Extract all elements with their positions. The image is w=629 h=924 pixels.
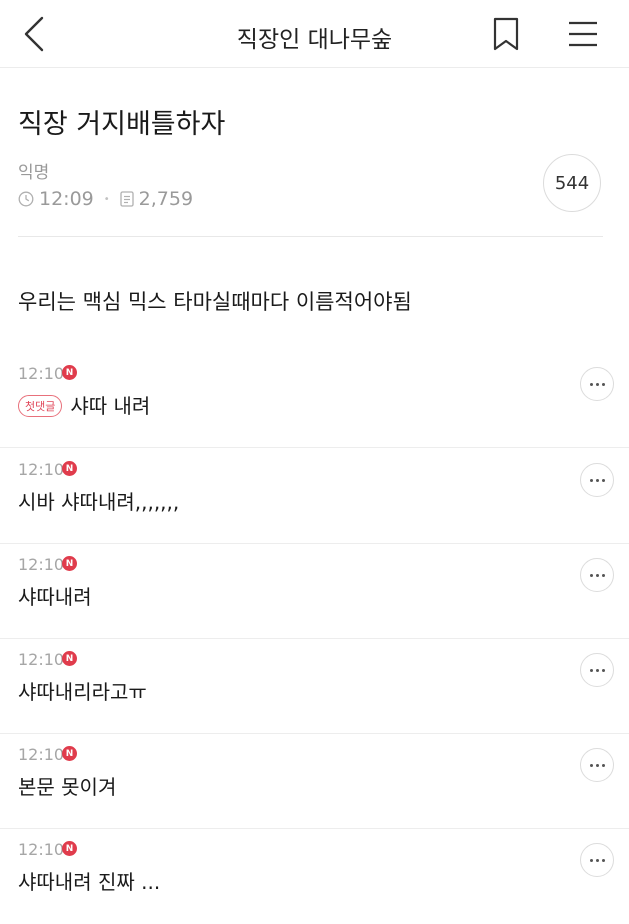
comment-count-button[interactable]: 544	[543, 154, 601, 212]
comment-time: 12:10	[18, 840, 65, 859]
comment-text: 첫댓글 샤따 내려	[18, 390, 150, 419]
comment-text: 샤따내려 진짜 ...	[18, 870, 161, 894]
separator-dot: •	[103, 193, 110, 205]
new-badge-icon: N	[62, 841, 77, 856]
comment-item: 12:10 N 시바 샤따내려,,,,,,,	[0, 448, 629, 544]
first-comment-badge: 첫댓글	[18, 395, 63, 417]
new-badge-icon: N	[62, 556, 77, 571]
new-badge-icon: N	[62, 365, 77, 380]
comment-text: 시바 샤따내려,,,,,,,	[18, 490, 180, 514]
comment-more-button[interactable]	[580, 367, 614, 401]
menu-icon[interactable]	[566, 17, 600, 51]
comment-more-button[interactable]	[580, 653, 614, 687]
comment-more-button[interactable]	[580, 748, 614, 782]
board-title: 직장인 대나무숲	[236, 27, 393, 53]
app-header: 직장인 대나무숲	[0, 0, 629, 68]
comment-time: 12:10	[18, 650, 65, 669]
divider	[18, 236, 603, 237]
post-meta: 12:09 • 2,759	[18, 187, 193, 211]
comment-more-button[interactable]	[580, 463, 614, 497]
comment-time: 12:10	[18, 364, 65, 383]
comment-item: 12:10 N 샤따내려 진짜 ...	[0, 828, 629, 924]
comment-more-button[interactable]	[580, 843, 614, 877]
comment-text: 샤따내려	[18, 585, 92, 609]
comment-body: 샤따 내려	[70, 394, 151, 418]
comment-time: 12:10	[18, 460, 65, 479]
post-time: 12:09	[39, 188, 94, 210]
new-badge-icon: N	[62, 651, 77, 666]
post-author: 익명	[18, 163, 50, 183]
post-body: 우리는 맥심 믹스 타마실때마다 이름적어야됨	[18, 290, 412, 314]
comment-item: 12:10 N 첫댓글 샤따 내려	[0, 352, 629, 448]
post-views: 2,759	[138, 188, 194, 210]
clock-icon	[18, 191, 34, 207]
new-badge-icon: N	[62, 746, 77, 761]
bookmark-icon[interactable]	[490, 16, 522, 54]
comment-item: 12:10 N 샤따내려	[0, 543, 629, 639]
comment-time: 12:10	[18, 745, 65, 764]
post-title: 직장 거지배틀하자	[18, 109, 226, 140]
comment-text: 샤따내리라고ㅠ	[18, 680, 147, 704]
comment-more-button[interactable]	[580, 558, 614, 592]
views-icon	[120, 191, 134, 207]
new-badge-icon: N	[62, 461, 77, 476]
comment-item: 12:10 N 본문 못이겨	[0, 733, 629, 829]
comment-item: 12:10 N 샤따내리라고ㅠ	[0, 638, 629, 734]
comment-time: 12:10	[18, 555, 65, 574]
comment-text: 본문 못이겨	[18, 775, 117, 799]
